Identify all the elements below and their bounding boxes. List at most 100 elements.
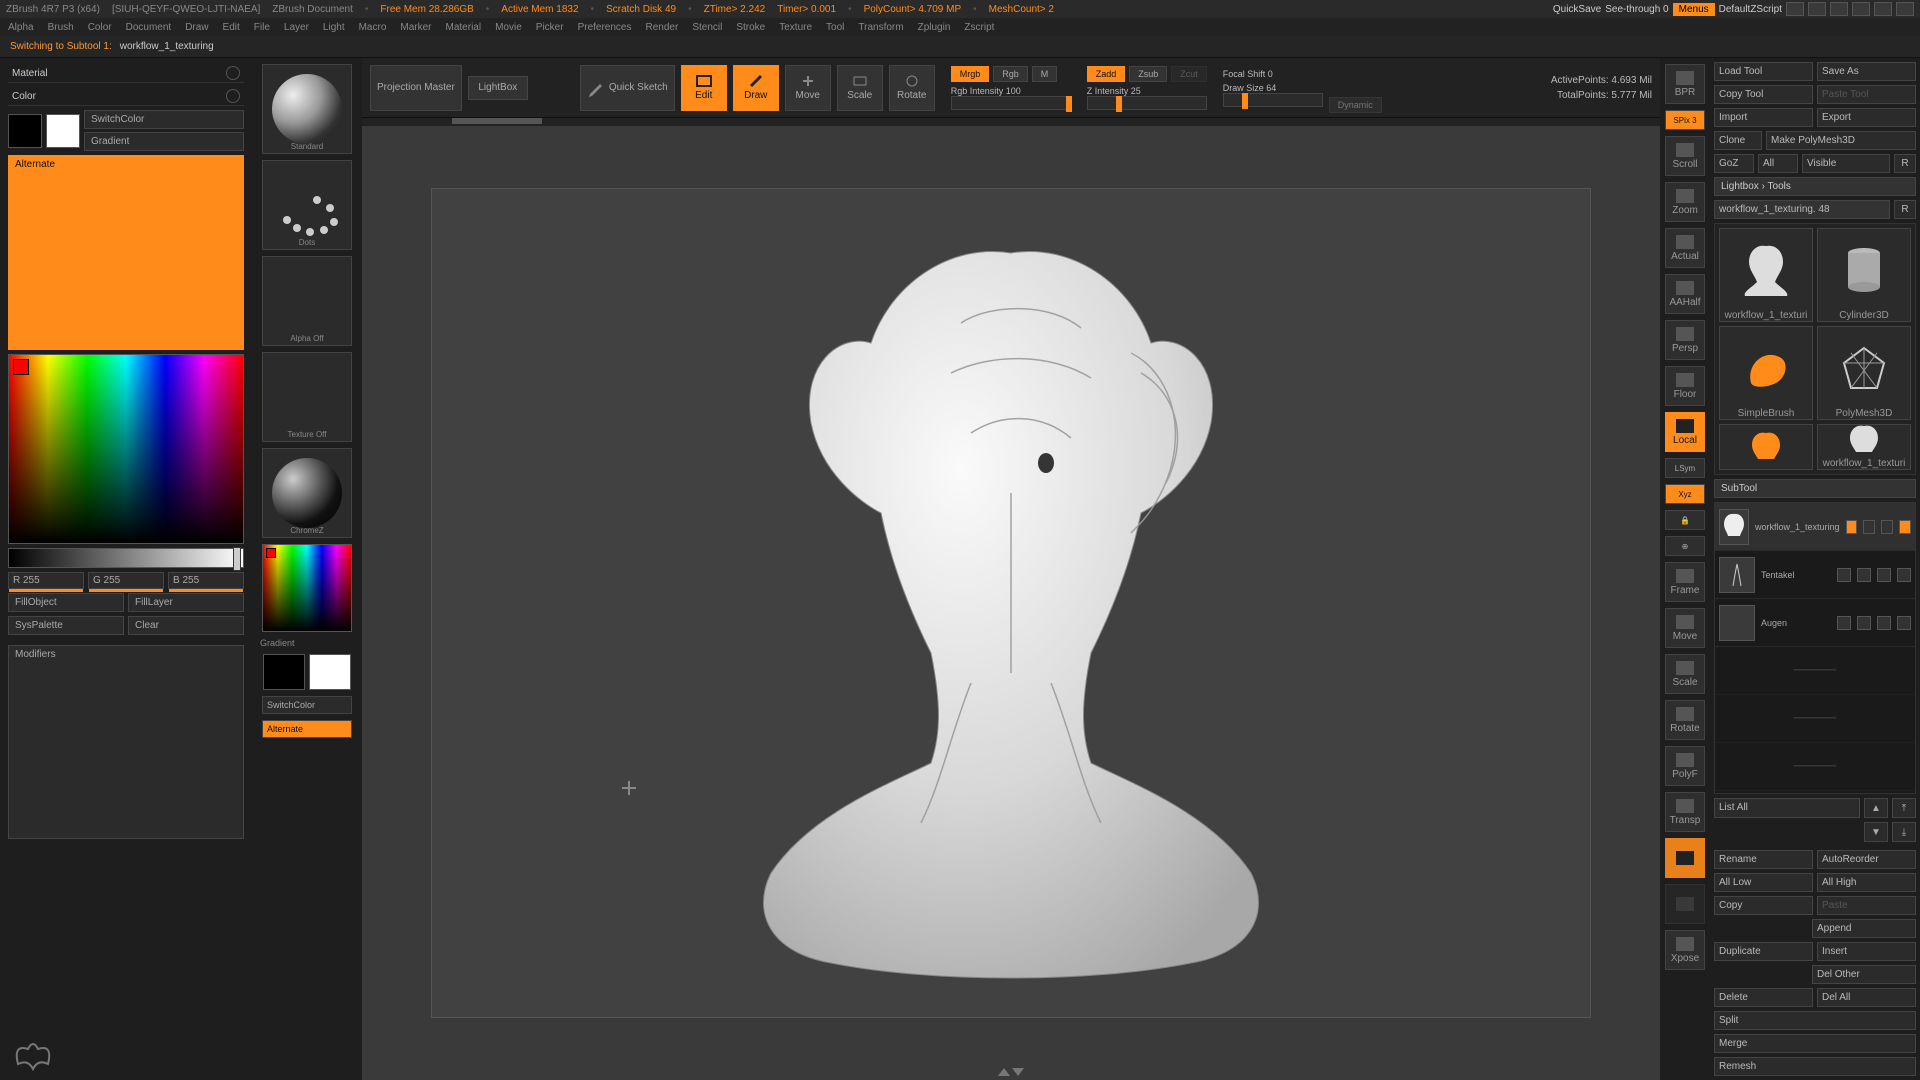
- defaultzscript-button[interactable]: DefaultZScript: [1719, 4, 1782, 15]
- xyz-button[interactable]: Xyz: [1665, 484, 1705, 504]
- quicksave-button[interactable]: QuickSave: [1553, 4, 1601, 15]
- focal-shift-slider[interactable]: Focal Shift 0: [1223, 69, 1273, 79]
- current-tool-label[interactable]: workflow_1_texturing. 48: [1714, 200, 1890, 219]
- insert-button[interactable]: Insert: [1817, 942, 1916, 961]
- tool-cell[interactable]: workflow_1_texturi: [1719, 228, 1813, 322]
- zadd-button[interactable]: Zadd: [1087, 66, 1126, 82]
- import-button[interactable]: Import: [1714, 108, 1813, 127]
- subtool-eye-icon[interactable]: [1877, 568, 1891, 582]
- reload-icon[interactable]: [226, 89, 240, 103]
- document-canvas[interactable]: [431, 188, 1591, 1018]
- move-down-icon[interactable]: ▼: [1864, 822, 1888, 842]
- window-maximize[interactable]: [1874, 2, 1892, 16]
- frame-button[interactable]: Frame: [1665, 562, 1705, 602]
- modifiers-header[interactable]: Modifiers: [8, 645, 244, 840]
- floor-button[interactable]: Floor: [1665, 366, 1705, 406]
- projection-master-button[interactable]: Projection Master: [370, 65, 462, 111]
- menu-color[interactable]: Color: [88, 22, 112, 33]
- goz-r-button[interactable]: R: [1894, 154, 1916, 173]
- actual-button[interactable]: Actual: [1665, 228, 1705, 268]
- menu-zscript[interactable]: Zscript: [964, 22, 994, 33]
- aahalf-button[interactable]: AAHalf: [1665, 274, 1705, 314]
- goz-all-button[interactable]: All: [1758, 154, 1798, 173]
- subtool-toggle[interactable]: [1837, 568, 1851, 582]
- xpose-button[interactable]: Xpose: [1665, 930, 1705, 970]
- split-header[interactable]: Split: [1714, 1011, 1916, 1030]
- menu-stencil[interactable]: Stencil: [692, 22, 722, 33]
- polyf-button[interactable]: PolyF: [1665, 746, 1705, 786]
- subtool-row[interactable]: Tentakel: [1715, 551, 1915, 599]
- menu-zplugin[interactable]: Zplugin: [918, 22, 951, 33]
- primary-color-swatch[interactable]: [46, 114, 80, 148]
- switchcolor-button-2[interactable]: SwitchColor: [262, 696, 352, 714]
- pastetool-button[interactable]: Paste Tool: [1817, 85, 1916, 104]
- stroke-slot[interactable]: Dots: [262, 160, 352, 250]
- subtool-brush-icon[interactable]: [1897, 568, 1911, 582]
- lsym-button[interactable]: LSym: [1665, 458, 1705, 478]
- goz-button[interactable]: GoZ: [1714, 154, 1754, 173]
- menu-draw[interactable]: Draw: [185, 22, 208, 33]
- bpr-button[interactable]: BPR: [1665, 64, 1705, 104]
- g-value[interactable]: G 255: [88, 572, 164, 589]
- solo-button[interactable]: [1665, 884, 1705, 924]
- z-intensity-slider[interactable]: Z Intensity 25: [1087, 86, 1141, 96]
- ghost-button[interactable]: [1665, 838, 1705, 878]
- subtool-row[interactable]: Augen: [1715, 599, 1915, 647]
- menu-light[interactable]: Light: [323, 22, 345, 33]
- current-tool-r[interactable]: R: [1894, 200, 1916, 219]
- menu-macro[interactable]: Macro: [359, 22, 387, 33]
- seethrough-slider[interactable]: See-through 0: [1605, 4, 1668, 15]
- menu-preferences[interactable]: Preferences: [578, 22, 632, 33]
- listall-button[interactable]: List All: [1714, 798, 1860, 818]
- move-button[interactable]: Move: [785, 65, 831, 111]
- subtool-eye-icon[interactable]: [1877, 616, 1891, 630]
- tool-cell[interactable]: [1719, 424, 1813, 470]
- menu-alpha[interactable]: Alpha: [8, 22, 34, 33]
- mini-color-picker[interactable]: [262, 544, 352, 632]
- scale-button[interactable]: Scale: [837, 65, 883, 111]
- gradient-button[interactable]: Gradient: [84, 132, 244, 151]
- zcut-button[interactable]: Zcut: [1171, 66, 1207, 82]
- export-button[interactable]: Export: [1817, 108, 1916, 127]
- m-button[interactable]: M: [1032, 66, 1058, 82]
- delother-button[interactable]: Del Other: [1812, 965, 1916, 984]
- tool-cell[interactable]: PolyMesh3D: [1817, 326, 1911, 420]
- saveas-button[interactable]: Save As: [1817, 62, 1916, 81]
- center-icon[interactable]: ⊕: [1665, 536, 1705, 556]
- alpha-slot[interactable]: Alpha Off: [262, 256, 352, 346]
- menu-document[interactable]: Document: [126, 22, 172, 33]
- duplicate-button[interactable]: Duplicate: [1714, 942, 1813, 961]
- alllow-button[interactable]: All Low: [1714, 873, 1813, 892]
- nav-rotate-button[interactable]: Rotate: [1665, 700, 1705, 740]
- autoreorder-button[interactable]: AutoReorder: [1817, 850, 1916, 869]
- subtool-toggle[interactable]: [1857, 568, 1871, 582]
- clone-button[interactable]: Clone: [1714, 131, 1762, 150]
- dynamic-button[interactable]: Dynamic: [1329, 97, 1382, 113]
- copytool-button[interactable]: Copy Tool: [1714, 85, 1813, 104]
- draw-size-slider[interactable]: Draw Size 64: [1223, 83, 1277, 93]
- mini-primary-swatch[interactable]: [309, 654, 351, 690]
- subtool-brush-icon[interactable]: [1899, 520, 1911, 534]
- canvas-area[interactable]: [362, 126, 1660, 1080]
- tray-expand-icon[interactable]: [998, 1068, 1024, 1076]
- window-close[interactable]: [1896, 2, 1914, 16]
- dynamic-persp-button[interactable]: Persp: [1665, 320, 1705, 360]
- menu-brush[interactable]: Brush: [48, 22, 74, 33]
- menu-stroke[interactable]: Stroke: [736, 22, 765, 33]
- menu-edit[interactable]: Edit: [223, 22, 240, 33]
- fillobject-button[interactable]: FillObject: [8, 593, 124, 612]
- secondary-color-swatch[interactable]: [8, 114, 42, 148]
- rgb-intensity-slider[interactable]: Rgb Intensity 100: [951, 86, 1021, 96]
- reload-icon[interactable]: [226, 66, 240, 80]
- brush-slot[interactable]: Standard: [262, 64, 352, 154]
- spix-button[interactable]: SPix 3: [1665, 110, 1705, 130]
- rgb-button[interactable]: Rgb: [993, 66, 1028, 82]
- move-bottom-icon[interactable]: ⤓: [1892, 822, 1916, 842]
- subtool-eye-icon[interactable]: [1881, 520, 1893, 534]
- move-up-icon[interactable]: ▲: [1864, 798, 1888, 818]
- menu-movie[interactable]: Movie: [495, 22, 522, 33]
- material-slot[interactable]: ChromeZ: [262, 448, 352, 538]
- menu-transform[interactable]: Transform: [858, 22, 903, 33]
- menu-tool[interactable]: Tool: [826, 22, 844, 33]
- b-value[interactable]: B 255: [168, 572, 244, 589]
